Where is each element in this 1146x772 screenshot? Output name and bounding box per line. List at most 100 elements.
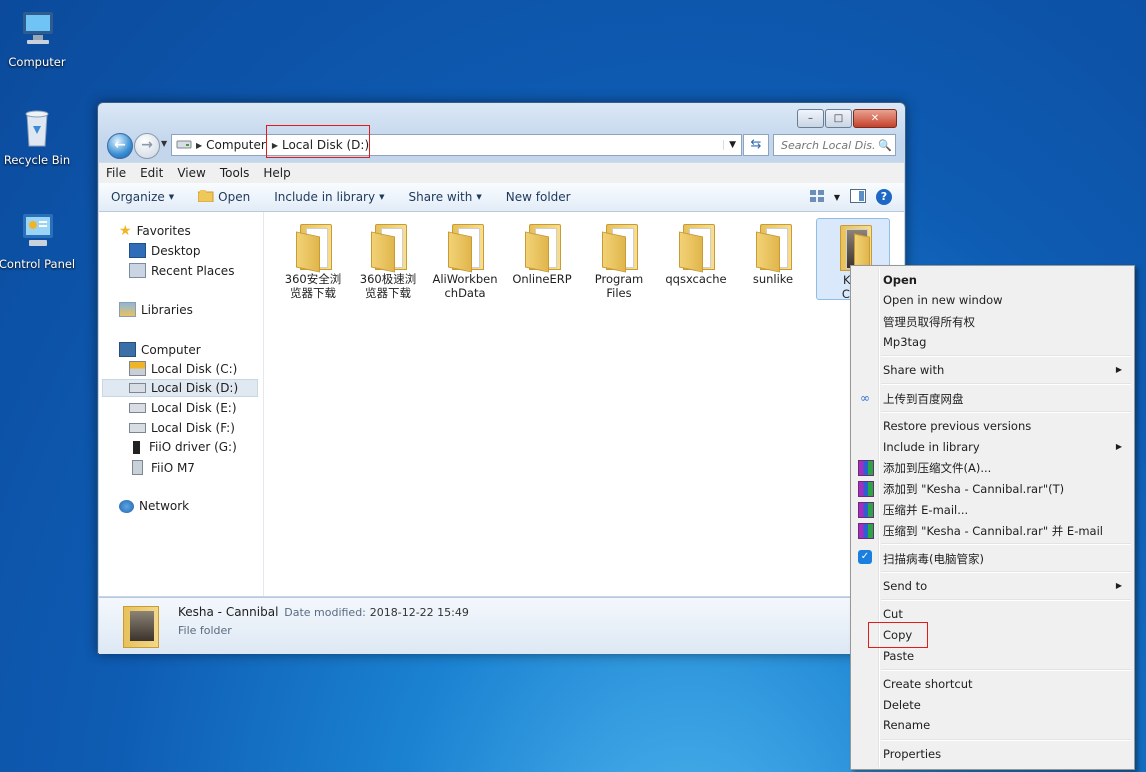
nav-label: Desktop [151,243,201,258]
folder-item[interactable]: sunlike [737,218,809,286]
menu-item-mp3tag[interactable]: Mp3tag [883,335,926,349]
menu-tools[interactable]: Tools [213,166,257,180]
menu-item-virus-scan[interactable]: 扫描病毒(电脑管家) [883,551,984,567]
folder-label: 览器下载 [290,286,336,300]
desktop-icon-recycle-bin[interactable]: Recycle Bin [0,106,77,167]
folder-label: chData [444,286,486,300]
menu-item-restore-previous[interactable]: Restore previous versions [883,419,1031,433]
nav-label: Local Disk (E:) [151,401,237,415]
computer-icon [119,342,136,357]
include-in-library-button[interactable]: Include in library ▼ [262,190,396,204]
nav-fiio-m7[interactable]: FiiO M7 [129,460,195,475]
refresh-button[interactable]: ⇆ [743,134,769,156]
menu-item-cut[interactable]: Cut [883,607,903,621]
menu-item-delete[interactable]: Delete [883,698,921,712]
organize-button[interactable]: Organize ▼ [99,190,186,204]
nav-favorites[interactable]: ★ Favorites [119,223,191,239]
nav-desktop[interactable]: Desktop [129,243,201,258]
nav-computer[interactable]: Computer [119,342,201,357]
nav-network[interactable]: Network [119,499,189,513]
nav-local-disk-f[interactable]: Local Disk (F:) [129,421,235,435]
folder-icon [296,224,332,273]
open-button[interactable]: Open [186,189,262,205]
winrar-icon [858,481,874,497]
menu-item-rename[interactable]: Rename [883,718,930,732]
menu-view[interactable]: View [170,166,212,180]
chevron-down-icon: ▼ [476,193,482,201]
menu-item-compress-email[interactable]: 压缩并 E-mail... [883,502,968,518]
menu-file[interactable]: File [99,166,133,180]
menu-item-create-shortcut[interactable]: Create shortcut [883,677,973,691]
close-button[interactable]: ✕ [853,109,897,128]
file-list: 360安全浏 览器下载 360极速浏 览器下载 AliWorkben chData O… [264,212,904,596]
nav-local-disk-e[interactable]: Local Disk (E:) [129,401,237,415]
menu-item-paste[interactable]: Paste [883,649,914,663]
address-bar[interactable]: ▶ Computer ▶ Local Disk (D:) ▼ [171,134,742,156]
menu-item-share-with[interactable]: Share with [883,363,944,377]
desktop-icon-computer[interactable]: Computer [0,8,77,69]
menu-item-open-new-window[interactable]: Open in new window [883,293,1003,307]
computer-icon [15,8,59,52]
explorer-window: – □ ✕ ← → ▼ ▶ Computer ▶ Local Disk (D:)… [97,102,906,654]
search-input[interactable] [779,137,878,153]
desktop-icon-label: Recycle Bin [3,153,71,167]
share-with-button[interactable]: Share with ▼ [396,190,493,204]
preview-pane-icon[interactable] [850,188,866,206]
chevron-down-icon: ▼ [379,193,385,201]
folder-item[interactable]: qqsxcache [660,218,732,286]
desktop-icon-control-panel[interactable]: Control Panel [0,210,77,271]
menu-edit[interactable]: Edit [133,166,170,180]
menu-item-add-to-named-rar[interactable]: 添加到 "Kesha - Cannibal.rar"(T) [883,481,1064,497]
menu-item-compress-named-email[interactable]: 压缩到 "Kesha - Cannibal.rar" 并 E-mail [883,523,1103,539]
address-dropdown-icon[interactable]: ▼ [723,140,741,150]
share-label: Share with [408,190,473,204]
breadcrumb-computer[interactable]: Computer [202,138,272,152]
menu-help[interactable]: Help [256,166,297,180]
help-icon[interactable]: ? [876,189,892,205]
baidu-netdisk-icon: ∞ [860,391,870,405]
menu-separator [881,411,1131,413]
search-box[interactable]: 🔍 [773,134,896,156]
back-button[interactable]: ← [107,133,133,159]
folder-item[interactable]: Program Files [583,218,655,300]
forward-button[interactable]: → [134,133,160,159]
chevron-down-icon: ▼ [168,193,175,201]
device-drive-icon [133,440,140,454]
submenu-arrow-icon: ▶ [1115,365,1122,374]
view-options-icon[interactable]: ▼ [834,193,840,202]
nav-local-disk-d[interactable]: Local Disk (D:) [102,379,258,397]
menu-item-baidu-upload[interactable]: 上传到百度网盘 [883,391,964,407]
menu-item-properties[interactable]: Properties [883,747,941,761]
menu-separator [881,571,1131,573]
nav-fiio-driver-g[interactable]: FiiO driver (G:) [129,440,237,454]
folder-item[interactable]: 360极速浏 览器下载 [352,218,424,300]
nav-label: FiiO M7 [151,460,195,475]
folder-item[interactable]: AliWorkben chData [429,218,501,300]
change-view-icon[interactable] [809,189,824,205]
libraries-icon [119,302,136,317]
folder-label: qqsxcache [665,272,727,286]
folder-label: 360极速浏 [359,272,417,286]
folder-item[interactable]: OnlineERP [506,218,578,286]
nav-recent-places[interactable]: Recent Places [129,263,234,278]
menu-item-send-to[interactable]: Send to [883,579,927,593]
drive-icon [176,138,192,152]
maximize-button[interactable]: □ [825,109,852,128]
highlight-box [266,125,370,158]
menu-item-add-to-archive[interactable]: 添加到压缩文件(A)... [883,460,991,476]
shield-icon: ✓ [858,550,872,564]
folder-icon [525,224,561,273]
submenu-arrow-icon: ▶ [1115,581,1122,590]
menu-item-include-in-library[interactable]: Include in library [883,440,980,454]
nav-local-disk-c[interactable]: Local Disk (C:) [129,361,237,376]
winrar-icon [858,523,874,539]
minimize-button[interactable]: – [797,109,824,128]
menu-item-open[interactable]: Open [883,273,917,287]
nav-libraries[interactable]: Libraries [119,302,193,317]
menu-item-take-ownership[interactable]: 管理员取得所有权 [883,314,975,330]
navigation-row: ← → ▼ ▶ Computer ▶ Local Disk (D:) ▼ ⇆ 🔍 [105,131,900,159]
new-folder-button[interactable]: New folder [494,190,583,204]
recent-pages-dropdown[interactable]: ▼ [161,139,167,148]
folder-thumbnail-icon [123,606,159,648]
folder-item[interactable]: 360安全浏 览器下载 [277,218,349,300]
